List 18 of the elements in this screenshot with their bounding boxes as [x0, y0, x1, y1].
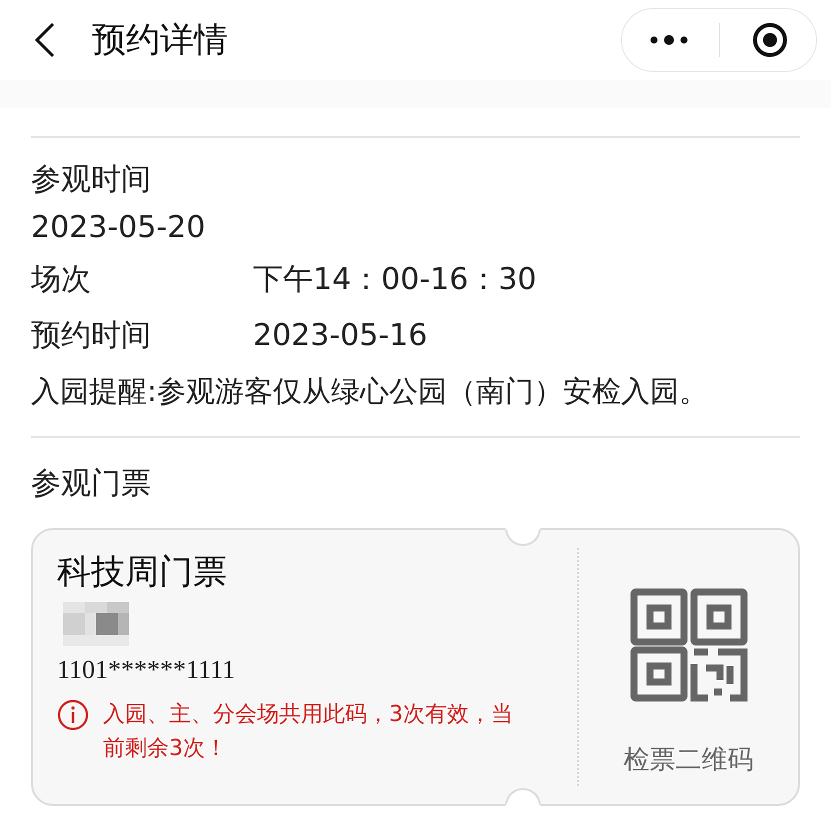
entry-reminder: 入园提醒:参观游客仅从绿心公园（南门）安检入园。 [31, 373, 709, 410]
page-title: 预约详情 [92, 19, 229, 62]
back-icon[interactable] [34, 22, 56, 58]
visit-time-label: 参观时间 [31, 161, 152, 199]
section-title: 参观门票 [31, 465, 152, 503]
field-label: 预约时间 [31, 317, 152, 355]
field-label: 场次 [31, 261, 92, 299]
field-value: 下午14：00-16：30 [253, 261, 537, 299]
visit-date: 2023-05-20 [31, 209, 206, 247]
qr-code-icon[interactable] [630, 588, 748, 702]
id-number: 1101******1111 [57, 654, 236, 686]
usage-notice: 入园、主、分会场共用此码，3次有效，当前剩余3次！ [103, 701, 514, 763]
info-icon [57, 699, 89, 731]
more-icon[interactable] [649, 34, 690, 46]
close-icon[interactable] [750, 21, 789, 59]
qr-code-label: 检票二维码 [624, 744, 754, 776]
field-value: 2023-05-16 [253, 317, 428, 355]
ticket-name: 科技周门票 [57, 551, 228, 594]
